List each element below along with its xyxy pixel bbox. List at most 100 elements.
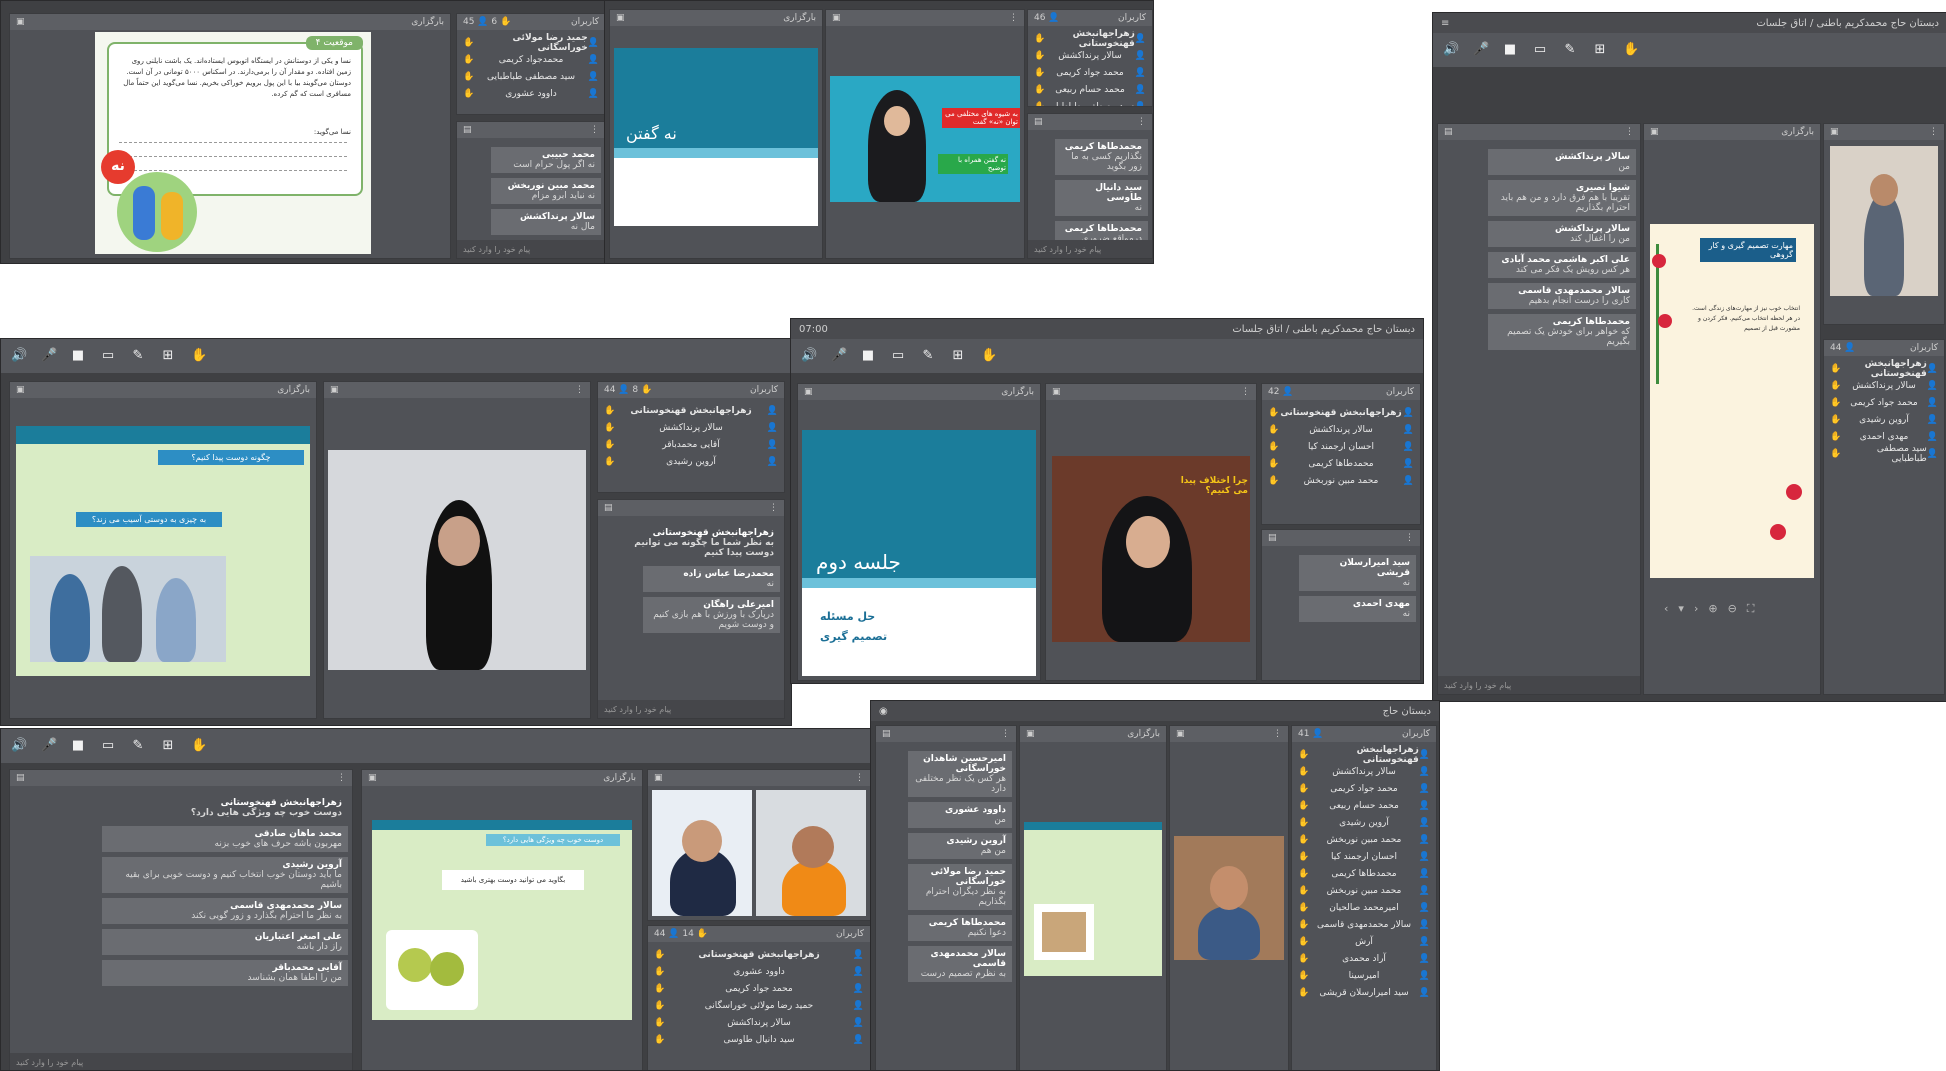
chat-message: سالار پرنداکشش مال نه [491, 209, 601, 235]
user-row[interactable]: 👤 محمد مبین نوربخش ✋ [1298, 831, 1430, 848]
panel-menu-icon[interactable]: ▣ [16, 17, 25, 27]
friend-question: چگونه دوست پیدا کنیم؟ [158, 450, 304, 465]
user-row[interactable]: 👤 محمدجواد کریمی ✋ [463, 51, 599, 68]
chat-author: آروین رشیدی [282, 860, 342, 870]
speaker-icon[interactable]: 🔊 [11, 739, 27, 753]
user-row[interactable]: 👤 امیرسینا ✋ [1298, 967, 1430, 984]
user-row[interactable]: 👤 محمد جواد کریمی ✋ [1830, 394, 1938, 411]
user-row[interactable]: 👤 مهدی احمدی ✋ [1830, 428, 1938, 445]
pen-icon[interactable]: ✎ [921, 349, 935, 363]
user-row[interactable]: 👤 آقایی محمدباقر ✋ [604, 436, 778, 453]
chat-text: به نظر شما ما چگونه می توانیم دوست پیدا … [634, 538, 774, 558]
mic-icon[interactable]: 🎤 [41, 739, 57, 753]
chat-text: هر کس یک نظر مختلفی دارد [915, 774, 1006, 794]
user-row[interactable]: 👤 محمد جواد کریمی ✋ [1298, 780, 1430, 797]
user-row[interactable]: 👤 زهراجهانبخش قهنخوستانی ✋ [654, 946, 864, 963]
user-row[interactable]: 👤 سالار پرنداکشش ✋ [1298, 763, 1430, 780]
user-row[interactable]: 👤 داوود عشوری ✋ [463, 85, 599, 102]
user-row[interactable]: 👤 آروین رشیدی ✋ [1298, 814, 1430, 831]
user-row[interactable]: 👤 زهراجهانبخش قهنخوستانی ✋ [1830, 359, 1938, 379]
mic-icon[interactable]: 🎤 [41, 349, 57, 363]
toolbar: 🔊 🎤 ■ ▭ ✎ ⊞ ✋ [1433, 33, 1946, 67]
chat-input[interactable]: پیام خود را وارد کنید [457, 240, 605, 258]
hand-icon[interactable]: ✋ [1623, 43, 1639, 57]
chat-input[interactable]: پیام خود را وارد کنید [598, 700, 784, 718]
user-row[interactable]: 👤 سالار پرنداکشش ✋ [1268, 421, 1414, 438]
user-row[interactable]: 👤 آروین رشیدی ✋ [1830, 411, 1938, 428]
prev-slide-icon[interactable]: ‹ [1664, 602, 1668, 616]
user-row[interactable]: 👤 محمد جواد کریمی ✋ [1034, 64, 1146, 81]
add-icon[interactable]: ⊞ [1593, 43, 1607, 57]
user-row[interactable]: 👤 حمید رضا مولائی خوراسگانی ✋ [654, 997, 864, 1014]
chat-text: نه اگر پول حرام است [513, 160, 595, 170]
friend-card-slide: دوست خوب چه ویژگی هایی دارد؟ بگاوید می ت… [372, 820, 632, 1020]
user-row[interactable]: 👤 سید دانیال طاوسی ✋ [654, 1031, 864, 1048]
hand-icon[interactable]: ✋ [191, 739, 207, 753]
user-row[interactable]: 👤 آرش ✋ [1298, 933, 1430, 950]
user-row[interactable]: 👤 زهراجهانبخش قهنخوستانی ✋ [1268, 404, 1414, 421]
next-slide-icon[interactable]: › [1694, 602, 1698, 616]
add-icon[interactable]: ⊞ [161, 739, 175, 753]
page-select[interactable]: ▾ [1678, 602, 1684, 616]
user-row[interactable]: 👤 محمد حسام ربیعی ✋ [1034, 81, 1146, 98]
presentation-panel: ▣ بارگزاری مهارت تصمیم گیری و کار گروهی ا… [1643, 123, 1821, 695]
mic-icon[interactable]: 🎤 [1473, 43, 1489, 57]
zoom-in-icon[interactable]: ⊕ [1708, 602, 1717, 616]
screen-icon[interactable]: ▭ [101, 349, 115, 363]
user-row[interactable]: 👤 محمد مبین نوربخش ✋ [1268, 472, 1414, 489]
speaker-icon[interactable]: 🔊 [11, 349, 27, 363]
chat-input[interactable]: پیام خود را وارد کنید [1028, 240, 1152, 258]
user-row[interactable]: 👤 محمدطاها کریمی ✋ [1298, 865, 1430, 882]
user-row[interactable]: 👤 آراد محمدی ✋ [1298, 950, 1430, 967]
user-row[interactable]: 👤 سالار پرنداکشش ✋ [604, 419, 778, 436]
camera-icon[interactable]: ■ [71, 349, 85, 363]
hand-icon: ✋ [1034, 67, 1046, 78]
user-row[interactable]: 👤 سید امیرارسلان قریشی ✋ [1298, 984, 1430, 1001]
user-row[interactable]: 👤 سالار محمدمهدی قاسمی ✋ [1298, 916, 1430, 933]
speaker-icon[interactable]: 🔊 [801, 349, 817, 363]
mic-icon[interactable]: 🎤 [831, 349, 847, 363]
chat-message: حمید رضا مولائی خوراسگانی به نظر دیگران ا… [907, 864, 1012, 910]
camera-icon[interactable]: ■ [1503, 43, 1517, 57]
user-row[interactable]: 👤 زهراجهانبخش قهنخوستانی ✋ [604, 402, 778, 419]
user-row[interactable]: 👤 محمدطاها کریمی ✋ [1268, 455, 1414, 472]
user-row[interactable]: 👤 احسان ارجمند کیا ✋ [1268, 438, 1414, 455]
hand-icon[interactable]: ✋ [191, 349, 207, 363]
user-row[interactable]: 👤 سید مصطفی طباطبایی ✋ [463, 68, 599, 85]
user-icon: 👤 [1926, 414, 1938, 425]
pen-icon[interactable]: ✎ [131, 349, 145, 363]
pen-icon[interactable]: ✎ [131, 739, 145, 753]
user-row[interactable]: 👤 سالار پرنداکشش ✋ [1830, 377, 1938, 394]
user-row[interactable]: 👤 سید مصطفی طباطبایی ✋ [1034, 98, 1146, 107]
user-row[interactable]: 👤 محمد مبین نوربخش ✋ [1298, 882, 1430, 899]
zoom-out-icon[interactable]: ⊖ [1728, 602, 1737, 616]
screen-icon[interactable]: ▭ [101, 739, 115, 753]
user-row[interactable]: 👤 محمد حسام ربیعی ✋ [1298, 797, 1430, 814]
screen-icon[interactable]: ▭ [891, 349, 905, 363]
panel-menu-icon[interactable]: ▣ [616, 13, 625, 23]
camera-icon[interactable]: ■ [71, 739, 85, 753]
speaker-icon[interactable]: 🔊 [1443, 43, 1459, 57]
screen-icon[interactable]: ▭ [1533, 43, 1547, 57]
camera-icon[interactable]: ■ [861, 349, 875, 363]
chat-input[interactable]: پیام خود را وارد کنید [10, 1053, 352, 1070]
user-row[interactable]: 👤 جمید رضا مولائی خوراسگانی ✋ [463, 33, 599, 53]
user-row[interactable]: 👤 امیرمحمد صالحیان ✋ [1298, 899, 1430, 916]
user-row[interactable]: 👤 سالار پرنداکشش ✋ [654, 1014, 864, 1031]
user-row[interactable]: 👤 آروین رشیدی ✋ [604, 453, 778, 470]
chat-input[interactable]: پیام خود را وارد کنید [1438, 676, 1640, 694]
fit-icon[interactable]: ⛶ [1747, 602, 1755, 616]
hand-icon[interactable]: ✋ [981, 349, 997, 363]
user-row[interactable]: 👤 سید مصطفی طباطبایی ✋ [1830, 444, 1938, 464]
user-row[interactable]: 👤 زهراجهانبخش قهنخوستانی ✋ [1298, 745, 1430, 765]
pen-icon[interactable]: ✎ [1563, 43, 1577, 57]
add-icon[interactable]: ⊞ [951, 349, 965, 363]
user-row[interactable]: 👤 احسان ارجمند کیا ✋ [1298, 848, 1430, 865]
kids-illustration [117, 172, 197, 252]
add-icon[interactable]: ⊞ [161, 349, 175, 363]
video-menu-icon[interactable]: ▣ [832, 13, 841, 23]
user-row[interactable]: 👤 زهراجهانبخش قهنخوستانی ✋ [1034, 29, 1146, 49]
user-row[interactable]: 👤 داوود عشوری ✋ [654, 963, 864, 980]
user-row[interactable]: 👤 محمد جواد کریمی ✋ [654, 980, 864, 997]
user-row[interactable]: 👤 سالار پرنداکشش ✋ [1034, 47, 1146, 64]
